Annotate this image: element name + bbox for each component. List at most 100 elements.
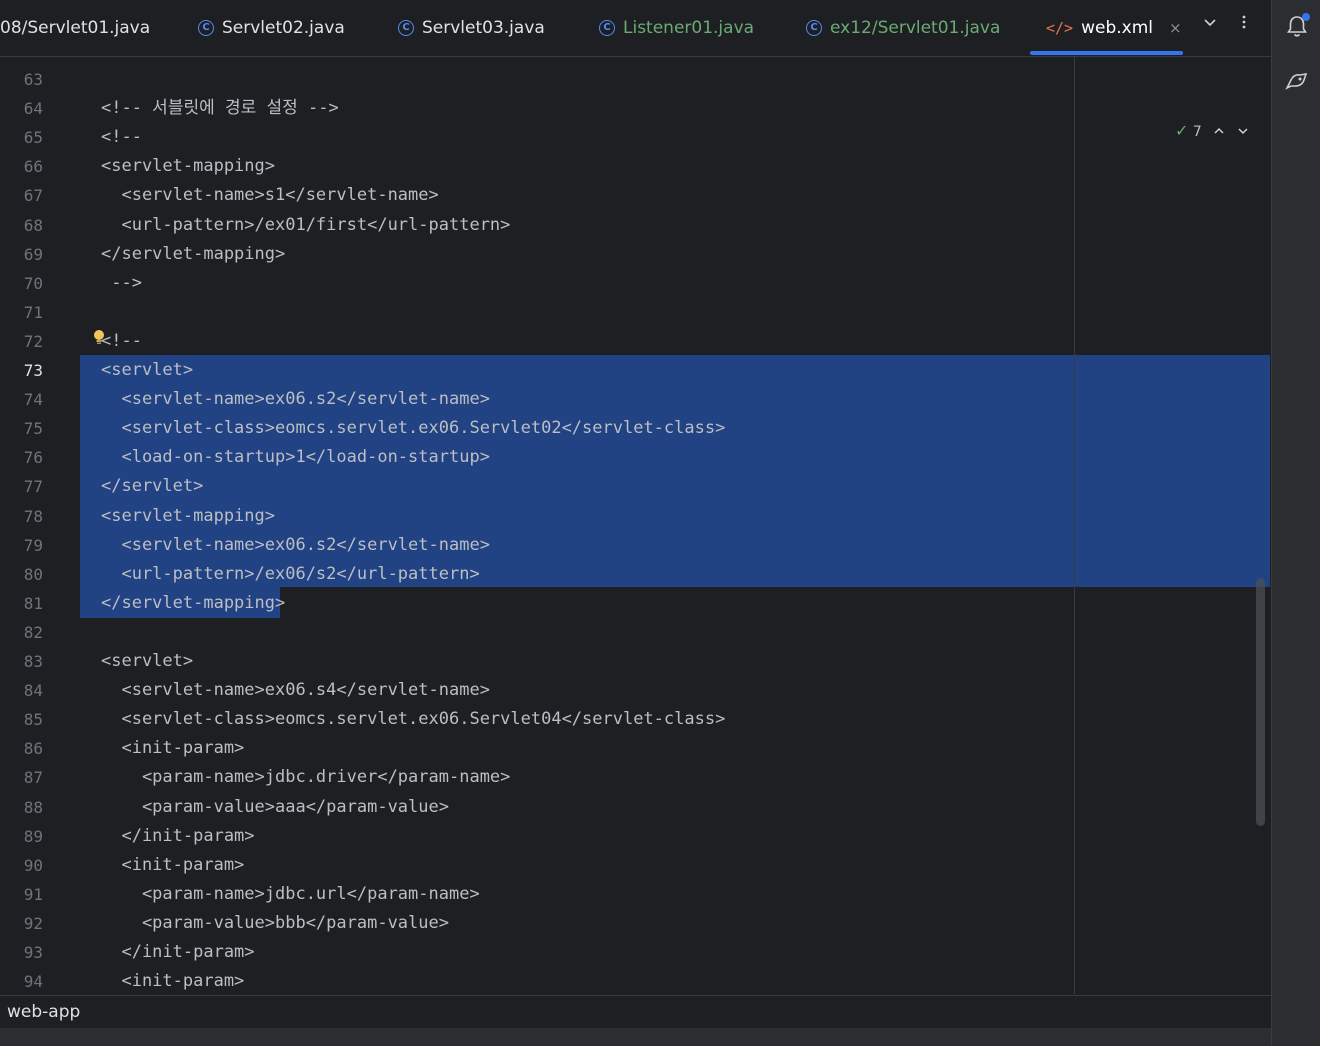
tab-label: Servlet03.java — [422, 18, 545, 38]
code-text: <param-value>bbb</param-value> — [101, 912, 449, 933]
tab-servlet01-ex08[interactable]: 08/Servlet01.java — [0, 0, 150, 56]
line-number: 85 — [23, 710, 43, 730]
line-number: 83 — [23, 652, 43, 671]
code-line[interactable]: 85 <servlet-class>eomcs.servlet.ex06.Ser… — [0, 705, 1271, 734]
code-line[interactable]: 63 — [0, 65, 1271, 94]
code-line[interactable]: 83 <servlet> — [0, 647, 1271, 676]
inspection-status: ✓ 7 — [1175, 121, 1202, 140]
code-line[interactable]: 93 </init-param> — [0, 938, 1271, 967]
inspection-count: 7 — [1192, 124, 1202, 140]
code-editor[interactable]: 63 64 <!-- 서블릿에 경로 설정 --> 65 <!-- 66 <servlet-… — [0, 57, 1271, 994]
line-number: 70 — [23, 273, 43, 293]
code-line[interactable]: 69 </servlet-mapping> — [0, 240, 1271, 269]
code-line[interactable]: 90 <init-param> — [0, 851, 1271, 880]
code-line[interactable]: 86 <init-param> — [0, 734, 1271, 763]
line-number: 78 — [23, 506, 43, 526]
code-line[interactable]: 64 <!-- 서블릿에 경로 설정 --> — [0, 94, 1271, 123]
code-line[interactable]: 77 </servlet> — [0, 472, 1271, 501]
class-icon: C — [198, 20, 214, 36]
tab-servlet03[interactable]: C Servlet03.java — [398, 0, 545, 56]
code-line[interactable]: 70 --> — [0, 269, 1271, 298]
code-line[interactable]: 79 <servlet-name>ex06.s2</servlet-name> — [0, 531, 1271, 560]
line-number: 76 — [23, 448, 43, 468]
line-number: 69 — [23, 244, 43, 264]
line-number: 91 — [23, 884, 43, 904]
tab-label: web.xml — [1081, 18, 1153, 38]
line-number: 93 — [23, 943, 43, 962]
tab-label: 08/Servlet01.java — [0, 18, 151, 38]
code-line[interactable]: 75 <servlet-class>eomcs.servlet.ex06.Ser… — [0, 414, 1271, 443]
tab-label: ex12/Servlet01.java — [830, 18, 1001, 38]
previous-highlight-icon[interactable] — [1212, 124, 1226, 138]
inspection-widget[interactable]: ✓ 7 — [1175, 121, 1250, 140]
line-number: 80 — [23, 564, 43, 584]
xml-icon: </> — [1046, 19, 1074, 37]
code-line[interactable]: 76 <load-on-startup>1</load-on-startup> — [0, 443, 1271, 472]
code-line[interactable]: 82 — [0, 618, 1271, 647]
code-line[interactable]: 81 </servlet-mapping> — [0, 589, 1271, 618]
class-icon: C — [398, 20, 414, 36]
code-line[interactable]: 71 — [0, 298, 1271, 327]
tab-label: Servlet02.java — [222, 18, 345, 38]
editor-tab-bar: 08/Servlet01.java C Servlet02.java C Ser… — [0, 0, 1271, 57]
code-text: <!-- — [101, 330, 142, 351]
status-bar — [0, 1028, 1271, 1046]
code-line[interactable]: 94 <init-param> — [0, 967, 1271, 994]
line-number: 82 — [23, 622, 43, 642]
line-number: 72 — [23, 331, 43, 351]
code-line[interactable]: 68 <url-pattern>/ex01/first</url-pattern… — [0, 211, 1271, 240]
line-number: 87 — [23, 768, 43, 788]
right-tool-strip — [1271, 0, 1320, 1046]
code-text: <url-pattern>/ex06/s2</url-pattern> — [101, 563, 480, 584]
tab-listener01[interactable]: C Listener01.java — [599, 0, 754, 56]
check-icon: ✓ — [1175, 121, 1189, 140]
code-line[interactable]: 78 <servlet-mapping> — [0, 502, 1271, 531]
code-text: <param-name>jdbc.driver</param-name> — [101, 767, 511, 788]
code-text: <init-param> — [101, 738, 245, 759]
code-line[interactable]: 84 <servlet-name>ex06.s4</servlet-name> — [0, 676, 1271, 705]
code-text: <servlet-mapping> — [101, 505, 275, 526]
close-icon[interactable]: × — [1169, 19, 1182, 37]
line-number: 64 — [23, 99, 43, 119]
code-line[interactable]: 74 <servlet-name>ex06.s2</servlet-name> — [0, 385, 1271, 414]
breadcrumb[interactable]: web-app — [0, 995, 1271, 1028]
code-text: <servlet-class>eomcs.servlet.ex06.Servle… — [101, 709, 726, 730]
tab-ex12-servlet01[interactable]: C ex12/Servlet01.java — [806, 0, 1000, 56]
code-line[interactable]: 65 <!-- — [0, 123, 1271, 152]
code-text: </init-param> — [101, 825, 255, 846]
code-line[interactable]: 89 </init-param> — [0, 822, 1271, 851]
chevron-down-icon[interactable] — [1202, 14, 1218, 34]
code-text: </init-param> — [101, 942, 255, 962]
ai-assistant-icon[interactable] — [1285, 70, 1309, 92]
code-line[interactable]: 72 <!-- — [0, 327, 1271, 356]
code-text: <load-on-startup>1</load-on-startup> — [101, 447, 490, 468]
code-text: <param-name>jdbc.url</param-name> — [101, 883, 480, 904]
more-options-icon[interactable] — [1236, 14, 1252, 34]
class-icon: C — [599, 20, 615, 36]
code-text: <servlet-mapping> — [101, 156, 275, 177]
code-text: <servlet-name>s1</servlet-name> — [101, 185, 439, 206]
vertical-scrollbar[interactable] — [1256, 578, 1265, 826]
code-line[interactable]: 73 <servlet> — [0, 356, 1271, 385]
lightbulb-icon[interactable] — [92, 329, 106, 345]
line-number: 79 — [23, 535, 43, 555]
class-icon: C — [806, 20, 822, 36]
code-line[interactable]: 67 <servlet-name>s1</servlet-name> — [0, 181, 1271, 210]
line-number: 66 — [23, 157, 43, 177]
next-highlight-icon[interactable] — [1236, 124, 1250, 138]
line-number: 74 — [23, 390, 43, 410]
code-text: </servlet-mapping> — [101, 243, 286, 264]
line-number: 75 — [23, 419, 43, 439]
code-line[interactable]: 87 <param-name>jdbc.driver</param-name> — [0, 763, 1271, 792]
breadcrumb-item[interactable]: web-app — [7, 1002, 80, 1022]
code-line[interactable]: 92 <param-value>bbb</param-value> — [0, 909, 1271, 938]
tab-label: Listener01.java — [623, 18, 755, 38]
code-text: <servlet-name>ex06.s2</servlet-name> — [101, 389, 490, 410]
tab-web-xml[interactable]: </> web.xml × — [1046, 0, 1182, 56]
code-line[interactable]: 80 <url-pattern>/ex06/s2</url-pattern> — [0, 560, 1271, 589]
line-number: 94 — [23, 972, 43, 992]
code-line[interactable]: 88 <param-value>aaa</param-value> — [0, 793, 1271, 822]
code-line[interactable]: 66 <servlet-mapping> — [0, 152, 1271, 181]
tab-servlet02[interactable]: C Servlet02.java — [198, 0, 345, 56]
code-line[interactable]: 91 <param-name>jdbc.url</param-name> — [0, 880, 1271, 909]
